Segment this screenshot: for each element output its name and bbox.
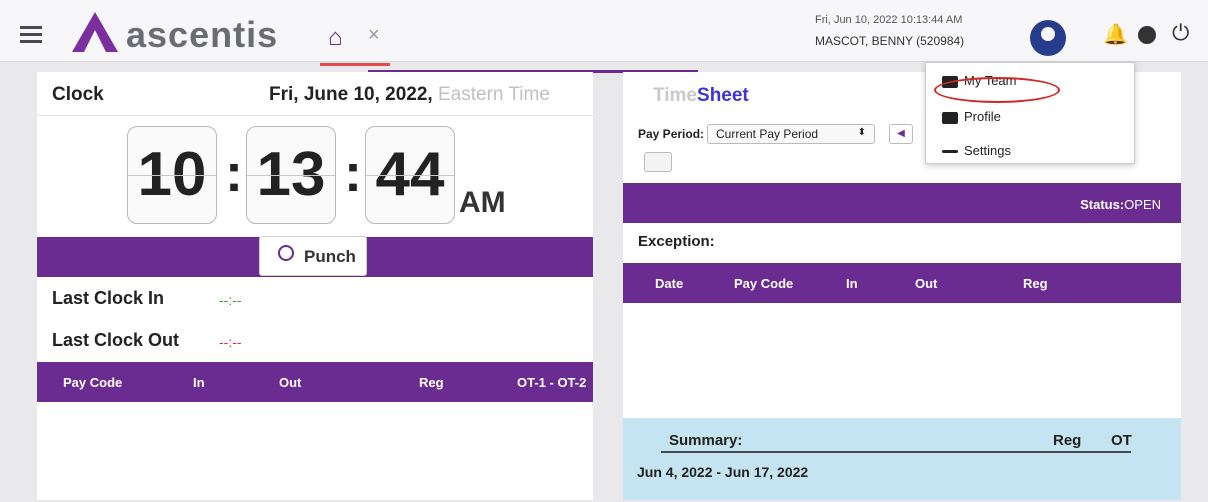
- column-ot[interactable]: OT-1 - OT-2: [517, 375, 586, 390]
- status-bar: Status:OPEN: [623, 183, 1181, 223]
- clock-card: Clock Fri, June 10, 2022, Eastern Time 1…: [37, 72, 593, 500]
- clock-date-text: Fri, June 10, 2022,: [269, 84, 433, 105]
- timesheet-title-highlight: Sheet: [697, 85, 749, 106]
- menu-item-my-team[interactable]: My Team: [934, 73, 1060, 103]
- clock-seconds: 44: [365, 126, 455, 224]
- clock-table-header: Pay Code In Out Reg OT-1 - OT-2: [37, 362, 593, 402]
- pay-period-value: Current Pay Period: [716, 127, 819, 141]
- user-menu-dropdown: My Team Profile Settings: [925, 62, 1135, 164]
- profile-card-icon: [942, 111, 958, 124]
- column-pay-code[interactable]: Pay Code: [734, 276, 793, 291]
- pay-period-label: Pay Period:: [638, 127, 705, 141]
- header-username: MASCOT, BENNY (520984): [815, 34, 965, 48]
- summary-divider: [661, 451, 1131, 453]
- column-out[interactable]: Out: [279, 375, 301, 390]
- clock-minutes: 13: [246, 126, 336, 224]
- clock-ampm: AM: [459, 186, 506, 219]
- clock-date: Fri, June 10, 2022, Eastern Time: [269, 84, 550, 106]
- punch-button-label: Punch: [304, 247, 356, 266]
- column-pay-code[interactable]: Pay Code: [63, 375, 122, 390]
- tab-home[interactable]: ⌂ ×: [320, 18, 396, 66]
- last-clock-in-value: --:--: [219, 292, 242, 308]
- last-clock-in-label: Last Clock In: [52, 288, 165, 308]
- clock-colon: :: [344, 143, 362, 203]
- summary-panel: Summary: Reg OT Jun 4, 2022 - Jun 17, 20…: [623, 418, 1181, 500]
- select-arrow-icon: ⬍: [857, 127, 866, 138]
- menu-icon[interactable]: [20, 26, 42, 43]
- app-logo-text: ascentis: [126, 14, 279, 55]
- clock-hours: 10: [127, 126, 217, 224]
- active-tab-indicator: [320, 63, 390, 66]
- column-reg[interactable]: Reg: [1023, 276, 1048, 291]
- punch-button[interactable]: Punch: [259, 236, 367, 276]
- user-avatar-icon[interactable]: [1030, 20, 1066, 56]
- clock-card-header: Clock Fri, June 10, 2022, Eastern Time: [37, 72, 593, 116]
- pay-period-select[interactable]: Current Pay Period ⬍: [707, 124, 875, 144]
- menu-item-profile-label: Profile: [964, 109, 1001, 124]
- menu-item-profile[interactable]: Profile: [942, 109, 1001, 124]
- status-value: OPEN: [1124, 197, 1161, 212]
- highlight-circle: [934, 77, 1060, 103]
- punch-clock-icon: [278, 245, 294, 261]
- column-date[interactable]: Date: [655, 276, 683, 291]
- timesheet-title-prefix: Time: [653, 85, 698, 106]
- menu-item-settings[interactable]: Settings: [942, 143, 1011, 158]
- menu-item-settings-label: Settings: [964, 143, 1011, 158]
- settings-sliders-icon: [942, 150, 958, 154]
- column-in[interactable]: In: [846, 276, 858, 291]
- column-out[interactable]: Out: [915, 276, 937, 291]
- summary-date-range: Jun 4, 2022 - Jun 17, 2022: [637, 464, 809, 480]
- top-bar: ascentis ⌂ × Fri, Jun 10, 2022 10:13:44 …: [0, 0, 1208, 66]
- app-logo: ascentis: [70, 10, 277, 55]
- summary-title: Summary:: [669, 432, 743, 449]
- header-datetime: Fri, Jun 10, 2022 10:13:44 AM: [815, 14, 963, 26]
- home-icon[interactable]: ⌂: [328, 24, 343, 52]
- help-icon[interactable]: [1138, 26, 1156, 44]
- close-icon[interactable]: ×: [368, 24, 380, 47]
- column-reg[interactable]: Reg: [419, 375, 444, 390]
- timesheet-title: TimeSheet: [653, 85, 749, 107]
- logout-power-icon[interactable]: ⏻: [1172, 20, 1189, 46]
- notification-bell-icon[interactable]: 🔔: [1103, 22, 1128, 47]
- last-clock-out-label: Last Clock Out: [52, 330, 180, 350]
- summary-reg-header: Reg: [1053, 432, 1082, 449]
- previous-period-button[interactable]: ◀: [889, 124, 913, 144]
- ascentis-logo-icon: [72, 12, 118, 52]
- clock-title: Clock: [52, 84, 104, 105]
- timesheet-table-header: Date Pay Code In Out Reg: [623, 263, 1181, 303]
- status-text: Status:OPEN: [1080, 197, 1161, 212]
- status-label: Status:: [1080, 197, 1125, 212]
- last-clock-out-value: --:--: [219, 334, 242, 350]
- calendar-icon[interactable]: [644, 152, 672, 172]
- clock-timezone: Eastern Time: [437, 84, 550, 105]
- clock-colon: :: [225, 143, 243, 203]
- exception-label: Exception:: [638, 233, 715, 250]
- summary-ot-header: OT: [1111, 432, 1132, 449]
- column-in[interactable]: In: [193, 375, 205, 390]
